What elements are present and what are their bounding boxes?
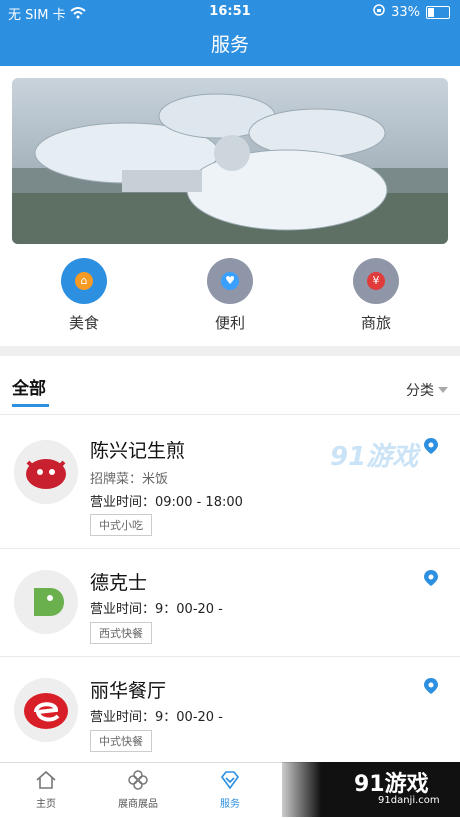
- category-food[interactable]: ⌂ 美食: [34, 258, 134, 333]
- food-icon: ⌂: [61, 258, 107, 304]
- cuisine-tag: 中式小吃: [90, 514, 152, 536]
- expo-banner-image[interactable]: [12, 78, 448, 244]
- corner-brand: 91游戏: [354, 772, 429, 797]
- home-icon: [36, 770, 56, 789]
- restaurant-name: 丽华餐厅: [90, 680, 167, 702]
- filter-bar: 全部 分类: [0, 358, 460, 415]
- dropdown-triangle-icon: [438, 387, 448, 393]
- page-title: 服务: [210, 34, 249, 56]
- category-row: ⌂ 美食 ♥ 便利 ¥ 商旅: [0, 252, 460, 344]
- tab-exhibitors[interactable]: 展商展品: [92, 769, 184, 810]
- tab-home[interactable]: 主页: [0, 769, 92, 810]
- business-hours: 营业时间：09:00 - 18:00: [90, 495, 243, 510]
- list-item[interactable]: 丽华餐厅 营业时间：9：00-20 - 中式快餐: [0, 656, 460, 762]
- location-pin-icon[interactable]: [424, 570, 438, 586]
- category-business-travel[interactable]: ¥ 商旅: [326, 258, 426, 333]
- corner-url: 91danji.com: [378, 795, 440, 806]
- sort-button[interactable]: 分类: [406, 380, 448, 400]
- location-pin-icon[interactable]: [424, 438, 438, 454]
- cuisine-tag: 西式快餐: [90, 622, 152, 644]
- restaurant-logo: [14, 570, 78, 634]
- restaurant-name: 德克士: [90, 572, 148, 594]
- tab-all[interactable]: 全部: [12, 374, 49, 407]
- battery-icon: [426, 5, 450, 19]
- restaurant-logo: [14, 678, 78, 742]
- business-hours: 营业时间：9：00-20 -: [90, 710, 223, 725]
- clover-icon: [128, 770, 148, 790]
- tab-services[interactable]: 服务: [184, 769, 276, 810]
- category-convenience[interactable]: ♥ 便利: [180, 258, 280, 333]
- battery-percent: 33%: [391, 4, 420, 20]
- business-travel-icon: ¥: [353, 258, 399, 304]
- corner-watermark: 91游戏 91danji.com: [282, 762, 460, 817]
- rotation-lock-icon: [373, 4, 385, 20]
- signature-dish: 招牌菜：米饭: [90, 472, 169, 487]
- app-header: 无 SIM 卡 16:51 33% 服务: [0, 0, 460, 66]
- list-item[interactable]: 德克士 营业时间：9：00-20 - 西式快餐: [0, 548, 460, 657]
- diamond-icon: [220, 771, 240, 790]
- business-hours: 营业时间：9：00-20 -: [90, 602, 223, 617]
- section-divider: [0, 346, 460, 356]
- restaurant-logo: [14, 440, 78, 504]
- status-bar: 无 SIM 卡 16:51 33%: [0, 0, 460, 24]
- location-pin-icon[interactable]: [424, 678, 438, 694]
- restaurant-name: 陈兴记生煎: [90, 440, 186, 462]
- list-item[interactable]: 陈兴记生煎 招牌菜：米饭 营业时间：09:00 - 18:00 中式小吃: [0, 416, 460, 549]
- convenience-icon: ♥: [207, 258, 253, 304]
- cuisine-tag: 中式快餐: [90, 730, 152, 752]
